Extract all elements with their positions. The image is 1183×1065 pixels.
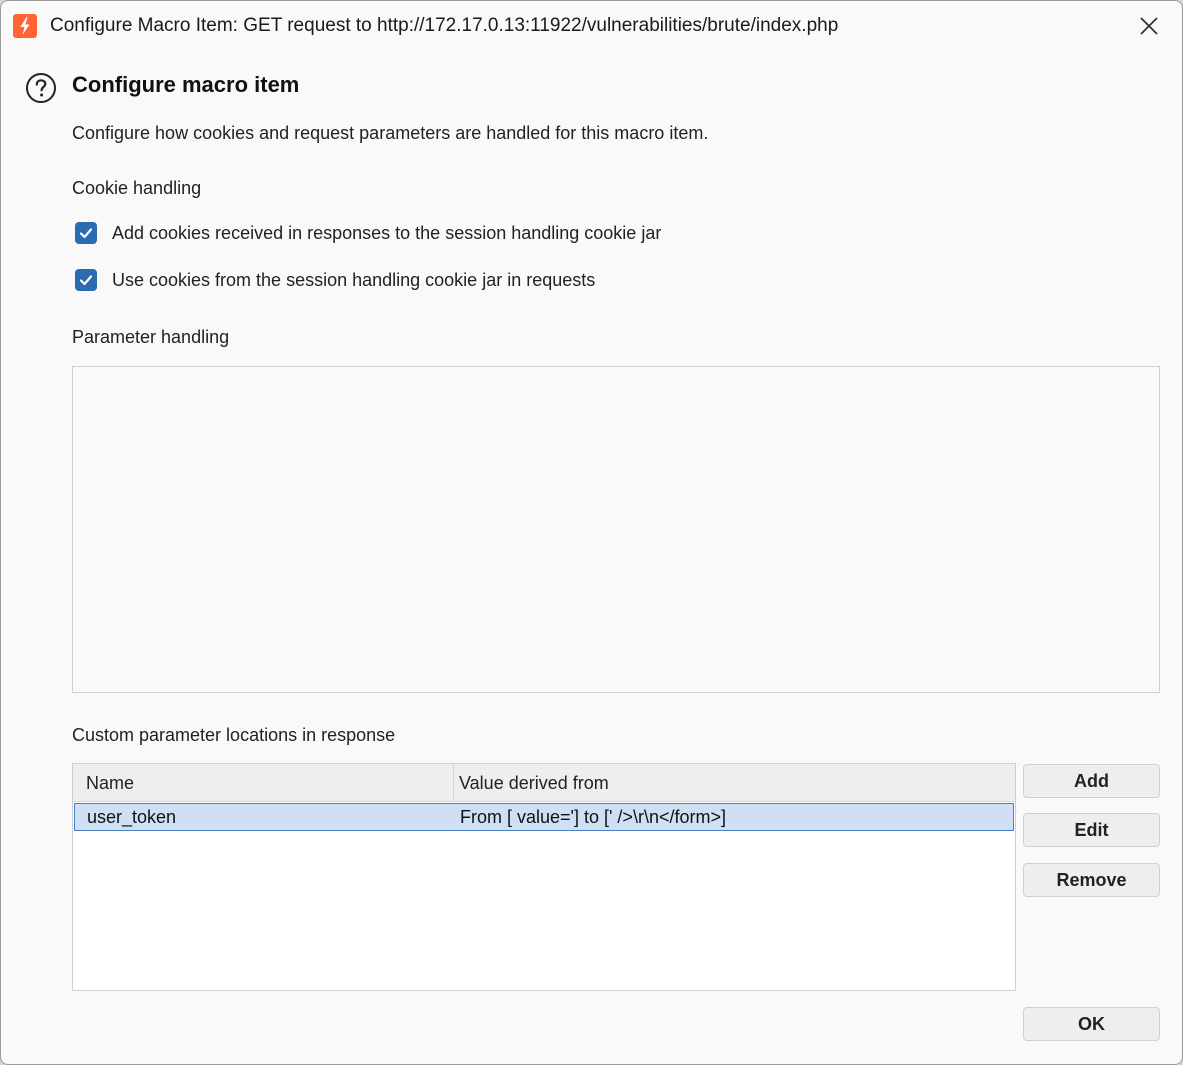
checkmark-icon [79, 275, 93, 286]
table-header: Name Value derived from [73, 764, 1015, 802]
burp-lightning-icon [13, 14, 37, 38]
dialog-heading: Configure macro item [72, 72, 300, 97]
help-icon[interactable] [25, 72, 57, 104]
column-header-name[interactable]: Name [73, 764, 454, 801]
close-button[interactable] [1134, 11, 1164, 41]
configure-macro-item-dialog: Configure Macro Item: GET request to htt… [0, 0, 1183, 1065]
window-title: Configure Macro Item: GET request to htt… [50, 15, 839, 36]
use-cookies-checkbox[interactable] [75, 269, 97, 291]
checkmark-icon [79, 228, 93, 239]
column-header-value[interactable]: Value derived from [454, 764, 1015, 801]
add-button[interactable]: Add [1023, 764, 1160, 798]
add-cookies-label: Add cookies received in responses to the… [112, 222, 662, 243]
dialog-description: Configure how cookies and request parame… [72, 123, 709, 143]
row-value-cell: From [ value='] to [' />\r\n</form>] [460, 807, 726, 827]
cookie-handling-label: Cookie handling [72, 178, 202, 198]
use-cookies-option[interactable]: Use cookies from the session handling co… [75, 267, 595, 293]
edit-button[interactable]: Edit [1023, 813, 1160, 847]
custom-locations-table[interactable]: Name Value derived from user_token From … [72, 763, 1016, 991]
title-bar: Configure Macro Item: GET request to htt… [1, 1, 1182, 51]
close-icon [1140, 17, 1158, 35]
table-row[interactable]: user_token From [ value='] to [' />\r\n<… [74, 803, 1014, 831]
custom-locations-label: Custom parameter locations in response [72, 725, 396, 745]
row-name-cell: user_token [87, 807, 177, 827]
add-cookies-checkbox[interactable] [75, 222, 97, 244]
add-cookies-option[interactable]: Add cookies received in responses to the… [75, 220, 661, 246]
parameter-handling-panel[interactable] [72, 366, 1160, 693]
use-cookies-label: Use cookies from the session handling co… [112, 269, 596, 290]
parameter-handling-label: Parameter handling [72, 327, 230, 347]
remove-button[interactable]: Remove [1023, 863, 1160, 897]
ok-button[interactable]: OK [1023, 1007, 1160, 1041]
